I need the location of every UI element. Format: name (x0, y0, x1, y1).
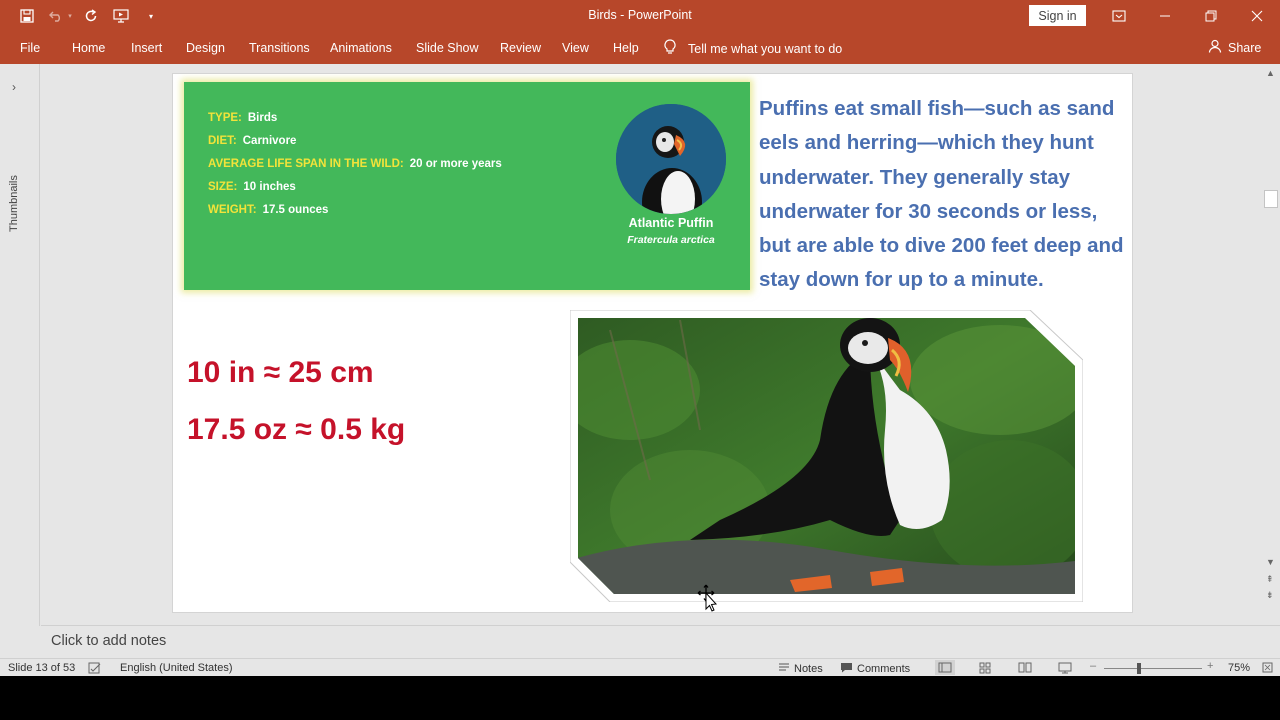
tab-review[interactable]: Review (500, 41, 541, 55)
title-bar: ▾ ▾ Birds - PowerPoint Sign in (0, 0, 1280, 32)
slide-show-icon[interactable] (1055, 660, 1075, 675)
thumbnails-label[interactable]: Thumbnails (8, 175, 20, 232)
zoom-level[interactable]: 75% (1228, 662, 1250, 674)
move-cursor-icon (697, 584, 719, 612)
scientific-name: Fratercula arctica (627, 234, 715, 246)
save-icon[interactable] (16, 6, 38, 26)
fact-box[interactable]: TYPE: Birds DIET: Carnivore AVERAGE LIFE S… (184, 82, 750, 290)
slide-counter: Slide 13 of 53 (8, 662, 76, 674)
fact-key: TYPE: (208, 112, 242, 124)
fact-value: 10 inches (243, 181, 296, 193)
fact-row: AVERAGE LIFE SPAN IN THE WILD: 20 or more… (208, 158, 502, 170)
close-icon[interactable] (1234, 0, 1280, 32)
zoom-slider-thumb[interactable] (1137, 663, 1141, 674)
document-title: Birds - PowerPoint (588, 8, 692, 22)
zoom-in-icon[interactable]: + (1207, 660, 1213, 672)
slide-sorter-icon[interactable] (975, 660, 995, 675)
comments-label: Comments (857, 663, 911, 675)
ribbon-display-options-icon[interactable] (1096, 0, 1142, 32)
zoom-slider[interactable] (1104, 668, 1202, 669)
fact-key: DIET: (208, 135, 237, 147)
share-button[interactable]: Share (1208, 39, 1261, 56)
notes-label: Notes (794, 662, 823, 675)
customize-toolbar-icon[interactable]: ▾ (140, 6, 162, 26)
sign-in-button[interactable]: Sign in (1029, 5, 1086, 26)
notes-icon (778, 662, 790, 675)
tab-home[interactable]: Home (72, 41, 105, 55)
fact-value: 20 or more years (409, 158, 502, 170)
tab-slide-show[interactable]: Slide Show (416, 41, 479, 55)
powerpoint-window: ▾ ▾ Birds - PowerPoint Sign in File Home… (0, 0, 1280, 676)
slide-canvas[interactable]: TYPE: Birds DIET: Carnivore AVERAGE LIFE S… (172, 73, 1133, 613)
scroll-up-icon[interactable]: ▲ (1266, 68, 1275, 78)
tab-file[interactable]: File (20, 41, 40, 55)
start-from-beginning-icon[interactable] (110, 6, 132, 26)
notes-pane[interactable]: Click to add notes (41, 625, 1280, 658)
spelling-check-icon[interactable] (88, 662, 102, 677)
person-icon (1208, 39, 1222, 56)
scroll-down-icon[interactable]: ▼ (1266, 557, 1275, 567)
minimize-icon[interactable] (1142, 0, 1188, 32)
vertical-scrollbar[interactable]: ▲ ▼ ⇞ ⇟ (1262, 64, 1280, 606)
diet-paragraph[interactable]: Puffins eat small fish—such as sand eels… (759, 92, 1129, 298)
tab-transitions[interactable]: Transitions (249, 41, 310, 55)
thumbnails-pane[interactable]: › Thumbnails (0, 64, 40, 626)
fit-to-window-icon[interactable] (1262, 662, 1273, 676)
comments-button[interactable]: Comments (840, 662, 910, 676)
status-bar: Slide 13 of 53 English (United States) N… (0, 658, 1280, 676)
language-status[interactable]: English (United States) (120, 662, 233, 674)
next-slide-icon[interactable]: ⇟ (1266, 590, 1274, 601)
fact-row: WEIGHT: 17.5 ounces (208, 204, 328, 216)
repeat-icon[interactable] (80, 6, 102, 26)
tab-help[interactable]: Help (613, 41, 639, 55)
fact-value: 17.5 ounces (262, 204, 329, 216)
puffin-portrait-image[interactable] (616, 104, 726, 214)
zoom-out-icon[interactable]: – (1090, 660, 1096, 672)
normal-view-icon[interactable] (935, 660, 955, 675)
previous-slide-icon[interactable]: ⇞ (1266, 574, 1274, 585)
fact-value: Birds (247, 112, 278, 124)
tell-me-search[interactable]: Tell me what you want to do (664, 39, 842, 58)
lightbulb-icon (664, 39, 676, 58)
undo-dropdown-icon[interactable]: ▾ (64, 6, 76, 26)
restore-icon[interactable] (1188, 0, 1234, 32)
fact-row: TYPE: Birds (208, 112, 277, 124)
fact-key: AVERAGE LIFE SPAN IN THE WILD: (208, 158, 404, 170)
reading-view-icon[interactable] (1015, 660, 1035, 675)
share-label: Share (1228, 40, 1262, 55)
notes-button[interactable]: Notes (778, 662, 823, 675)
puffin-photo[interactable] (569, 309, 1084, 603)
comment-icon (840, 662, 853, 676)
fact-key: SIZE: (208, 181, 238, 193)
tab-design[interactable]: Design (186, 41, 225, 55)
common-name: Atlantic Puffin (628, 216, 714, 230)
fact-row: DIET: Carnivore (208, 135, 296, 147)
notes-placeholder[interactable]: Click to add notes (51, 633, 166, 649)
fact-key: WEIGHT: (208, 204, 257, 216)
tell-me-label: Tell me what you want to do (688, 41, 843, 56)
scroll-thumb[interactable] (1264, 190, 1278, 208)
fact-row: SIZE: 10 inches (208, 181, 296, 193)
fact-value: Carnivore (242, 135, 297, 147)
tab-view[interactable]: View (562, 41, 589, 55)
tab-animations[interactable]: Animations (330, 41, 392, 55)
weight-conversion[interactable]: 17.5 oz ≈ 0.5 kg (187, 413, 405, 447)
chevron-right-icon[interactable]: › (12, 80, 16, 94)
ribbon-tabs: File Home Insert Design Transitions Anim… (0, 32, 1280, 64)
size-conversion[interactable]: 10 in ≈ 25 cm (187, 356, 374, 390)
tab-insert[interactable]: Insert (131, 41, 162, 55)
